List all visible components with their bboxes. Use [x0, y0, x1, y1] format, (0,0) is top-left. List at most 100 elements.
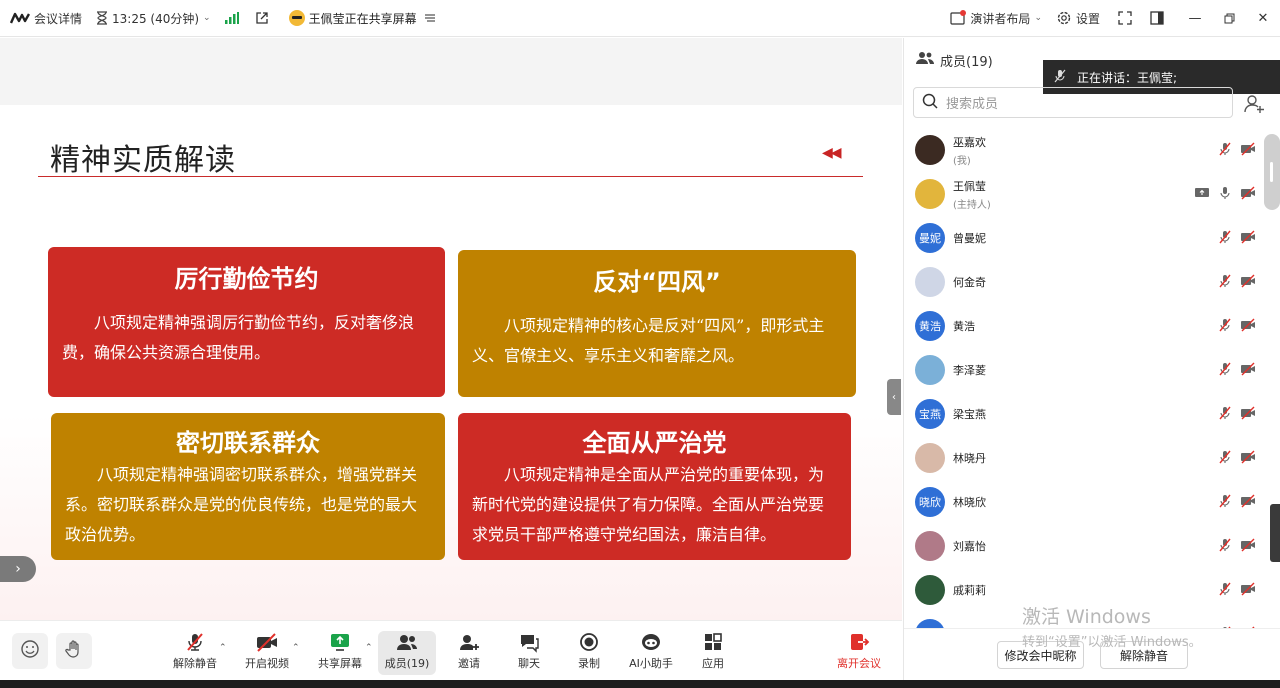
signal-icon[interactable] [224, 12, 239, 24]
chat-button[interactable]: 聊天 [500, 631, 558, 675]
member-row[interactable]: 黄浩 黄浩 [904, 304, 1266, 348]
avatar [915, 531, 945, 561]
mic-muted-icon[interactable] [1218, 537, 1232, 556]
member-row[interactable]: 李泽菱 [904, 348, 1266, 392]
active-speaker-label: 正在讲话：王佩莹; [1077, 70, 1178, 85]
member-row[interactable]: 王佩莹 (主持人) [904, 172, 1266, 216]
apps-button[interactable]: 应用 [684, 631, 742, 675]
record-label: 录制 [578, 657, 600, 670]
camera-off-icon[interactable] [1240, 449, 1256, 468]
leave-meeting-button[interactable]: 离开会议 [830, 631, 888, 675]
settings-button[interactable]: 设置 [1056, 10, 1100, 27]
collapse-panel-handle[interactable]: ‹ [887, 379, 901, 415]
card-body: 八项规定精神强调密切联系群众，增强党群关系。密切联系群众是党的优良传统，也是党的… [65, 465, 418, 544]
popout-icon[interactable] [255, 11, 269, 25]
meeting-details[interactable]: 会议详情 [10, 10, 82, 27]
invite-button[interactable]: 邀请 [440, 631, 498, 675]
member-row[interactable]: 巫嘉欢 (我) [904, 128, 1266, 172]
title-divider [38, 176, 863, 177]
camera-off-icon[interactable] [1240, 361, 1256, 380]
chevron-left-icon: ‹ [892, 391, 896, 403]
card-strict-governance: 全面从严治党 八项规定精神是全面从严治党的重要体现，为新时代党的建设提供了有力保… [458, 413, 851, 560]
unmute-button[interactable]: 解除静音 [166, 631, 224, 675]
member-name: 巫嘉欢 [953, 135, 986, 149]
camera-off-icon[interactable] [1240, 405, 1256, 424]
mic-muted-icon[interactable] [1218, 405, 1232, 424]
member-status-icons [1218, 436, 1256, 480]
avatar [915, 135, 945, 165]
mic-muted-icon [1053, 69, 1067, 86]
sharing-status-label: 王佩莹正在共享屏幕 [308, 11, 417, 26]
restore-icon[interactable] [1212, 0, 1246, 37]
chevron-down-icon: ⌄ [203, 13, 211, 23]
mic-muted-icon[interactable] [1218, 317, 1232, 336]
screen-share-icon [1194, 185, 1210, 204]
card-body: 八项规定精神强调厉行勤俭节约，反对奢侈浪费，确保公共资源合理使用。 [62, 313, 415, 362]
member-list-scrollbar[interactable] [1264, 134, 1280, 210]
mic-muted-icon[interactable] [1218, 361, 1232, 380]
layout-icon [950, 10, 967, 26]
member-status-icons [1218, 304, 1256, 348]
member-row[interactable]: 晓欣 林晓欣 [904, 480, 1266, 524]
start-video-button[interactable]: 开启视频 [238, 631, 296, 675]
raise-hand-button[interactable] [56, 633, 92, 669]
member-text: 黄浩 [953, 318, 975, 334]
camera-off-icon[interactable] [1240, 581, 1256, 600]
mic-muted-icon[interactable] [1218, 141, 1232, 160]
chevron-down-icon: ⌄ [1034, 13, 1042, 23]
members-panel-title: 成员(19) [940, 54, 993, 70]
members-button[interactable]: 成员(19) [378, 631, 436, 675]
chevron-up-icon[interactable]: ⌃ [365, 643, 373, 653]
camera-off-icon[interactable] [1240, 273, 1256, 292]
mic-muted-icon[interactable] [1218, 449, 1232, 468]
sharing-status[interactable]: 王佩莹正在共享屏幕 [288, 10, 435, 27]
mic-muted-icon[interactable] [1218, 229, 1232, 248]
mic-icon[interactable] [1218, 185, 1232, 204]
minimize-icon[interactable]: — [1178, 0, 1212, 37]
card-heading: 密切联系群众 [176, 429, 320, 457]
meeting-time[interactable]: 13:25 (40分钟) ⌄ [96, 10, 211, 27]
presenter-layout-button[interactable]: 演讲者布局 ⌄ [950, 10, 1042, 27]
fullscreen-icon[interactable] [1118, 11, 1132, 25]
camera-off-icon[interactable] [1240, 229, 1256, 248]
camera-off-icon[interactable] [1240, 537, 1256, 556]
camera-off-icon[interactable] [1240, 141, 1256, 160]
member-row[interactable]: 林晓丹 [904, 436, 1266, 480]
presenter-layout-label: 演讲者布局 [970, 11, 1031, 26]
share-screen-label: 共享屏幕 [318, 657, 362, 670]
member-list: 巫嘉欢 (我) 王佩莹 (主持人) 曼妮 曾曼妮何金奇黄浩 黄浩 李泽菱 宝燕 梁宝燕 林晓丹 晓欣林… [904, 128, 1266, 628]
add-member-icon[interactable] [1240, 90, 1268, 118]
ai-assistant-button[interactable]: AI小助手 [622, 631, 680, 675]
apps-icon [703, 631, 723, 653]
member-row[interactable]: 何金奇 [904, 260, 1266, 304]
mic-muted-icon[interactable] [1218, 581, 1232, 600]
member-row[interactable]: 刘嘉怡 [904, 524, 1266, 568]
record-button[interactable]: 录制 [560, 631, 618, 675]
member-status-icons [1218, 480, 1256, 524]
share-screen-button[interactable]: 共享屏幕 [311, 631, 369, 675]
member-row[interactable]: 曼妮 曾曼妮 [904, 216, 1266, 260]
next-page-button[interactable]: › [0, 556, 36, 582]
camera-off-icon[interactable] [1240, 493, 1256, 512]
member-row[interactable]: 宝燕 梁宝燕 [904, 392, 1266, 436]
camera-off-icon[interactable] [1240, 185, 1256, 204]
camera-off-icon[interactable] [1240, 317, 1256, 336]
chevron-up-icon[interactable]: ⌃ [292, 643, 300, 653]
member-name: 黄浩 [953, 320, 975, 333]
mic-muted-icon[interactable] [1218, 273, 1232, 292]
ai-assistant-label: AI小助手 [629, 657, 673, 670]
chevron-up-icon[interactable]: ⌃ [219, 643, 227, 653]
member-search-input[interactable]: 搜索成员 [913, 87, 1233, 118]
card-heading: 反对“四风” [593, 268, 721, 296]
mic-muted-icon[interactable] [1218, 493, 1232, 512]
card-heading: 全面从严治党 [582, 429, 727, 457]
scroll-thumb[interactable] [1270, 162, 1273, 182]
meeting-toolbar: 解除静音 ⌃ 开启视频 ⌃ 共享屏幕 ⌃ 成员(19) 邀请 聊天 录制 AI小… [0, 620, 902, 680]
member-name: 何金奇 [953, 276, 986, 289]
member-role: (主持人) [953, 199, 991, 211]
close-icon[interactable]: ✕ [1246, 0, 1280, 37]
member-status-icons [1194, 172, 1256, 216]
sidebar-toggle-icon[interactable] [1150, 11, 1164, 25]
avatar [915, 267, 945, 297]
reaction-button[interactable] [12, 633, 48, 669]
